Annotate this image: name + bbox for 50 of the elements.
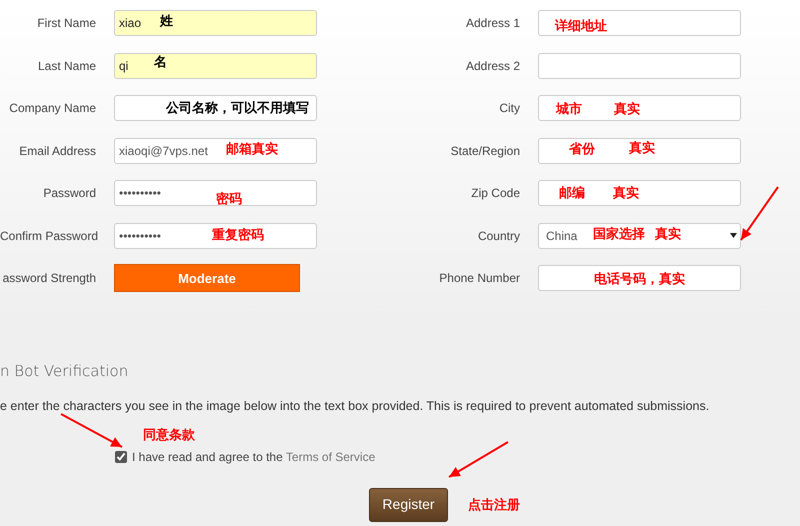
field-label: Zip Code — [470, 185, 520, 202]
input-field[interactable] — [538, 10, 741, 36]
field-label: Company Name — [8, 100, 96, 118]
field-label: Email Address — [18, 142, 96, 160]
input-field[interactable] — [538, 95, 741, 122]
field-label: Address 2 — [464, 58, 520, 75]
annotation-text: 点击注册 — [468, 496, 520, 514]
input-field[interactable] — [538, 180, 741, 206]
annotation-arrow — [448, 441, 508, 478]
field-label: Address 1 — [464, 15, 520, 32]
terms-link[interactable]: Terms of Service — [286, 450, 376, 464]
agree-text: I have read and agree to the Terms of Service — [132, 448, 376, 466]
register-button[interactable]: Register — [369, 488, 448, 522]
annotation-text: 同意条款 — [143, 426, 195, 444]
instruction-text: e enter the characters you see in the image below into the text box provided. This is required to prevent automated submissions. — [0, 398, 710, 412]
field-label: Phone Number — [438, 270, 520, 288]
annotation-text: 名 — [154, 54, 167, 68]
input-field[interactable] — [114, 95, 317, 122]
field-label: State/Region — [450, 142, 520, 160]
annotation-text: 邮箱真实 — [226, 142, 278, 155]
password-strength-meter: Moderate — [114, 264, 300, 292]
field-label: Last Name — [36, 58, 96, 75]
annotation-text: 城市 — [556, 102, 582, 116]
input-field[interactable] — [538, 265, 741, 292]
annotation-text: 公司名称，可以不用填写 — [166, 101, 309, 114]
annotation-text: 电话号码，真实 — [594, 272, 685, 286]
agree-checkbox[interactable] — [115, 450, 127, 462]
annotation-arrow — [740, 186, 779, 241]
field-label: Country — [476, 228, 520, 245]
field-label: City — [498, 100, 520, 118]
field-label: Confirm Password — [0, 228, 96, 245]
annotation-text: 真实 — [655, 226, 681, 240]
field-label: assword Strength — [2, 270, 96, 288]
annotation-arrow — [60, 413, 122, 448]
annotation-text: 国家选择 — [593, 226, 645, 240]
caret-icon — [730, 233, 737, 238]
annotation-text: 邮编 — [559, 186, 585, 200]
annotation-text: 姓 — [160, 14, 173, 28]
annotation-text: 重复密码 — [212, 228, 264, 241]
field-label: First Name — [36, 15, 96, 32]
annotation-text: 真实 — [629, 140, 655, 154]
annotation-text: 密码 — [216, 192, 242, 206]
input-field[interactable] — [538, 52, 741, 79]
annotation-text: 详细地址 — [555, 19, 607, 32]
section-heading: n Bot Verification — [0, 364, 128, 378]
field-label: Password — [42, 185, 96, 202]
annotation-text: 真实 — [613, 186, 639, 200]
annotation-text: 真实 — [614, 102, 640, 116]
input-field[interactable] — [538, 138, 741, 164]
annotation-text: 省份 — [569, 142, 595, 155]
